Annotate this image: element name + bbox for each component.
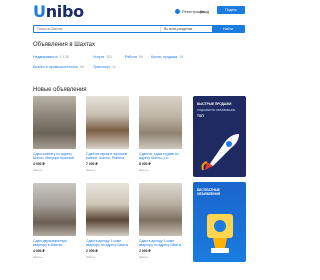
banner-subline: ОБЪЯВЛЕНИЯ (197, 192, 221, 196)
category-transport[interactable]: Транспорт 11 (93, 65, 116, 69)
listing-photo[interactable] (86, 96, 129, 149)
listing-price: 4 000 ₽ (33, 162, 45, 167)
listing-title[interactable]: Сдам комнату по адресу Шахты, Микрорн Кр… (33, 152, 76, 160)
logo[interactable]: Unibo (33, 4, 84, 20)
listing-price: 8 000 ₽ (139, 162, 151, 167)
listing-location: Шахты (33, 168, 43, 173)
listing-title[interactable]: Сдам в аренду 1-комн квартиру по адресу … (86, 239, 129, 247)
listing-photo[interactable] (33, 183, 76, 236)
listing-location: Шахты (86, 255, 96, 260)
search-button[interactable]: Найти (212, 26, 244, 32)
listing-photo[interactable] (139, 96, 182, 149)
promo-banner-free-ads[interactable]: БЕСПЛАТНЫЕ ОБЪЯВЛЕНИЯ (193, 182, 246, 262)
listing-title[interactable]: Сдается, сдам студию по адресу Шахты, р-… (139, 152, 182, 160)
category-jobs[interactable]: Работа 56 (125, 55, 143, 59)
listing-price: 7 000 ₽ (86, 162, 98, 167)
listing-photo[interactable] (33, 96, 76, 149)
listing-price: 2 000 ₽ (139, 249, 151, 254)
listing-title[interactable]: Сдам двухкомнатную квартиру в Шахтах (33, 239, 76, 247)
listing-location: Шахты (33, 255, 43, 260)
category-services[interactable]: Услуги 151 (93, 55, 112, 59)
search-category-select[interactable]: Во всех разделах (160, 26, 212, 32)
listing-card[interactable]: Сдам в аренду 1-комн квартиру по адресу … (86, 183, 129, 259)
post-ad-button[interactable]: Подать объявление (217, 6, 245, 20)
section-title: Новые объявления (33, 87, 87, 93)
promo-banner-fast-sales[interactable]: БЫСТРЫЕ ПРОДАЖИ ПОДНИМИТЕ ОБЪЯВЛЕНИЕ ТОП (193, 96, 246, 177)
listing-card[interactable]: Сдам в аренду 1-комн квартиру по адресу … (139, 183, 182, 259)
listing-price: 4 000 ₽ (33, 249, 45, 254)
listing-card[interactable]: Сдается, сдам студию по адресу Шахты, р-… (139, 96, 182, 172)
category-business[interactable]: Бизнес и промышленность 56 (33, 65, 84, 69)
listing-photo[interactable] (139, 183, 182, 236)
listing-price: 2 000 ₽ (86, 249, 98, 254)
page-title: Объявления в Шахтах (33, 42, 96, 48)
listing-card[interactable]: Сдаётся гараж в хорошем районе, Шахты, Р… (86, 96, 129, 172)
listing-location: Шахты (86, 168, 96, 173)
category-buy-sell[interactable]: Купля, продажа 16 (151, 55, 183, 59)
banner-top-label: ТОП (197, 114, 204, 118)
search-bar: Во всех разделах Найти (33, 25, 245, 33)
user-icon (175, 9, 180, 14)
listing-card[interactable]: Сдам двухкомнатную квартиру в Шахтах 4 0… (33, 183, 76, 259)
listing-location: Шахты (139, 255, 149, 260)
rocket-icon (201, 134, 239, 171)
login-link[interactable]: Вход (200, 9, 209, 14)
banner-subline: ПОДНИМИТЕ ОБЪЯВЛЕНИЕ (197, 108, 236, 112)
trophy-icon (207, 214, 233, 253)
listing-photo[interactable] (86, 183, 129, 236)
listing-location: Шахты (139, 168, 149, 173)
category-realty[interactable]: Недвижимость 1 136 (33, 55, 69, 59)
listing-title[interactable]: Сдаётся гараж в хорошем районе, Шахты, Р… (86, 152, 129, 160)
listing-card[interactable]: Сдам комнату по адресу Шахты, Микрорн Кр… (33, 96, 76, 172)
listing-title[interactable]: Сдам в аренду 1-комн квартиру по адресу … (139, 239, 182, 247)
banner-headline: БЫСТРЫЕ ПРОДАЖИ (197, 102, 232, 106)
search-input[interactable] (34, 26, 160, 32)
header: Unibo Регистрация Вход Подать объявление (0, 0, 280, 24)
